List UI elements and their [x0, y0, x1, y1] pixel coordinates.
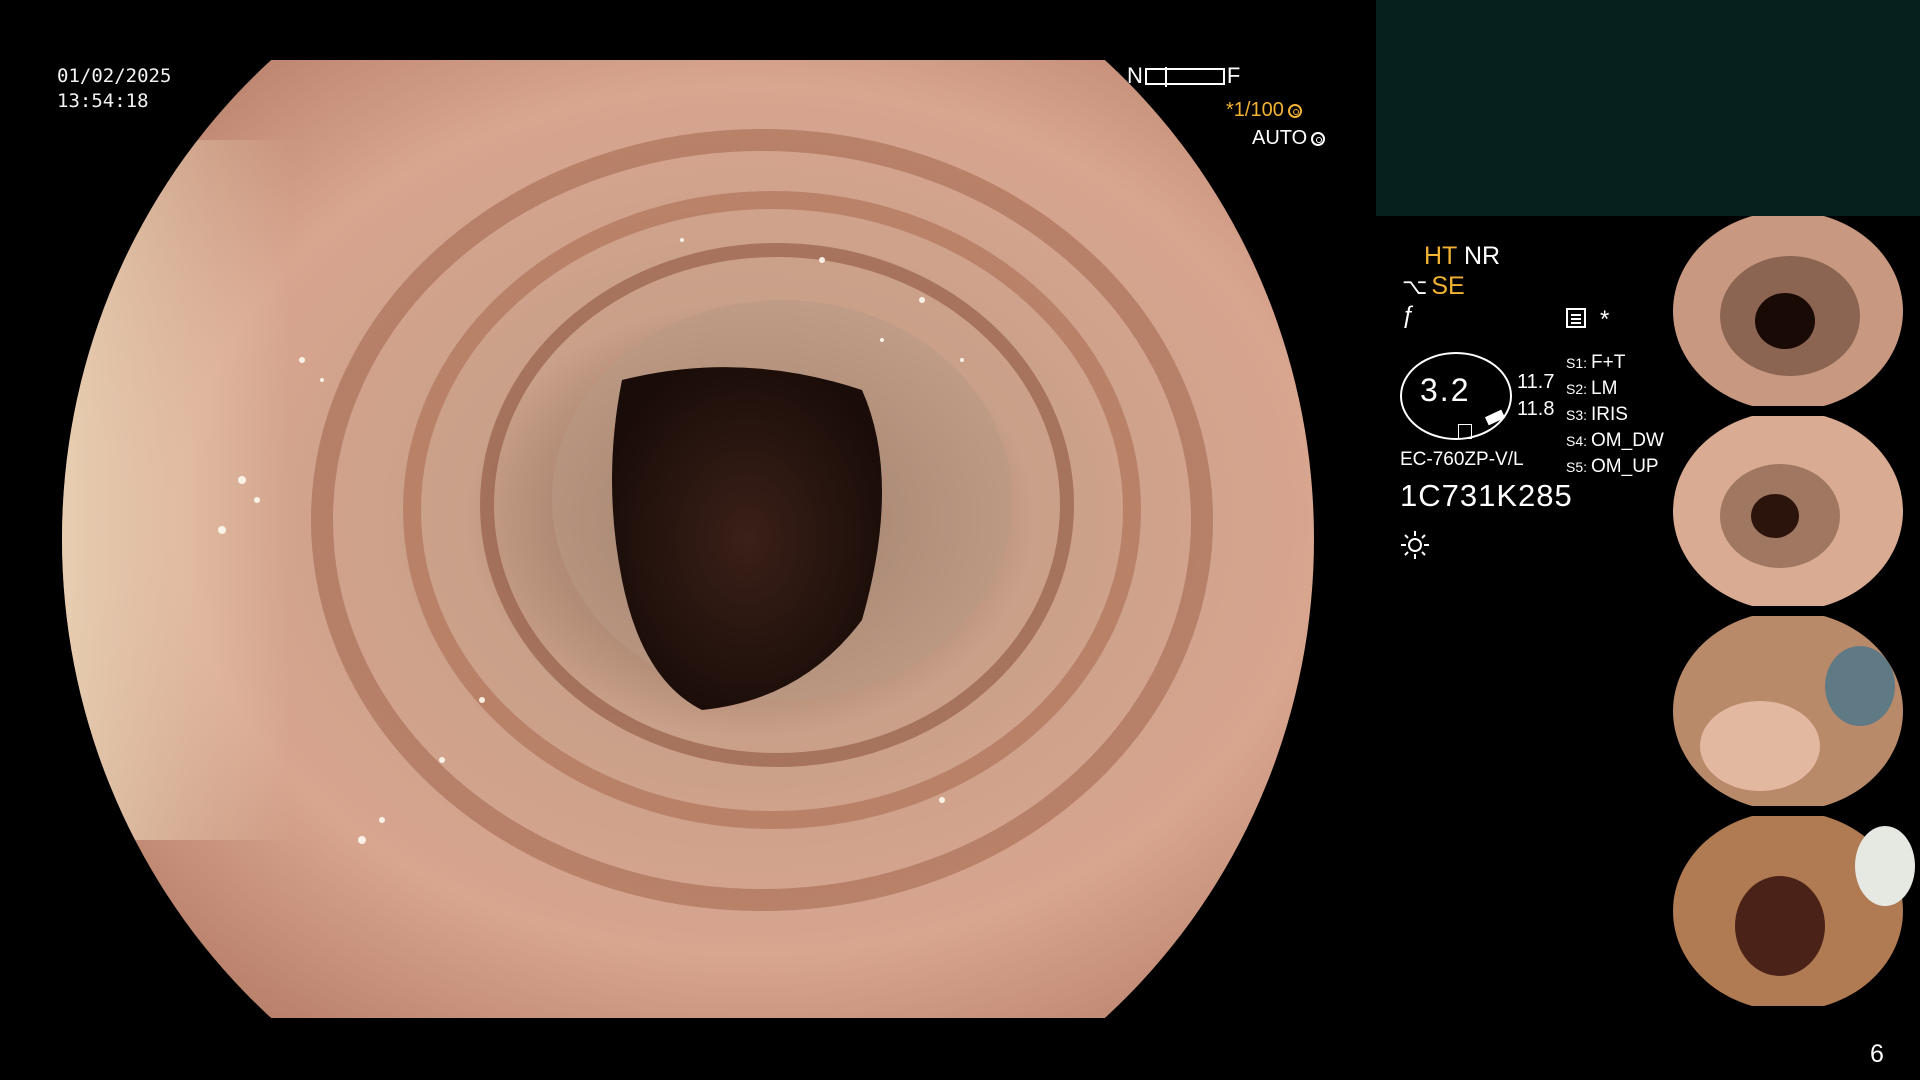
- switch-item: S2: LM: [1566, 378, 1618, 399]
- ht-label: HT: [1424, 242, 1458, 270]
- record-icon: [1566, 308, 1586, 328]
- enhance-icon: ⌥: [1402, 273, 1428, 299]
- se-row: ⌥ SE: [1402, 272, 1465, 301]
- focus-bar: [1144, 66, 1225, 87]
- scope-value: 3.2: [1420, 372, 1471, 408]
- page-number: 6: [1870, 1040, 1884, 1068]
- far-label: F: [1226, 63, 1241, 88]
- scope-model: EC-760ZP-V/L: [1400, 449, 1524, 470]
- switch-item: S1: F+T: [1566, 352, 1626, 373]
- iris-icon: [1311, 131, 1326, 146]
- value-top: 11.7: [1517, 371, 1555, 393]
- shutter-speed: *1/100: [1226, 99, 1302, 122]
- switch-list: S1: F+T S2: LM S3: IRIS S4: OM_DW S5: OM_UP: [1566, 350, 1664, 480]
- switch-item: S4: OM_DW: [1566, 430, 1664, 451]
- thumbnail-capture-2[interactable]: [1670, 416, 1915, 606]
- near-far-indicator: N F: [1127, 63, 1240, 89]
- scope-serial: 1C731K285: [1400, 478, 1573, 513]
- shutter-icon: [1287, 103, 1302, 118]
- iris-mode-text: AUTO: [1252, 127, 1308, 149]
- date-text: 01/02/2025: [57, 65, 172, 87]
- function-icon: ƒ: [1402, 302, 1416, 329]
- thumbnail-capture-4[interactable]: [1670, 816, 1915, 1006]
- switch-item: S3: IRIS: [1566, 404, 1628, 425]
- switch-item: S5: OM_UP: [1566, 456, 1659, 477]
- scope-square-icon: [1458, 424, 1472, 439]
- star-indicator: *: [1600, 306, 1610, 333]
- date-time-overlay: 01/02/2025 13:54:18: [57, 64, 171, 114]
- thumbnail-capture-3[interactable]: [1670, 616, 1915, 806]
- se-label: SE: [1431, 272, 1465, 300]
- top-info-panel: [1376, 0, 1920, 216]
- endoscopic-image: [62, 60, 1314, 1018]
- iris-mode: AUTO: [1252, 127, 1326, 150]
- near-label: N: [1127, 63, 1143, 88]
- light-icon: [1401, 531, 1429, 559]
- time-text: 13:54:18: [57, 90, 149, 112]
- nr-label: NR: [1464, 242, 1501, 270]
- thumbnail-capture-1[interactable]: [1670, 216, 1915, 406]
- value-bottom: 11.8: [1517, 398, 1555, 420]
- shutter-text: *1/100: [1226, 99, 1284, 121]
